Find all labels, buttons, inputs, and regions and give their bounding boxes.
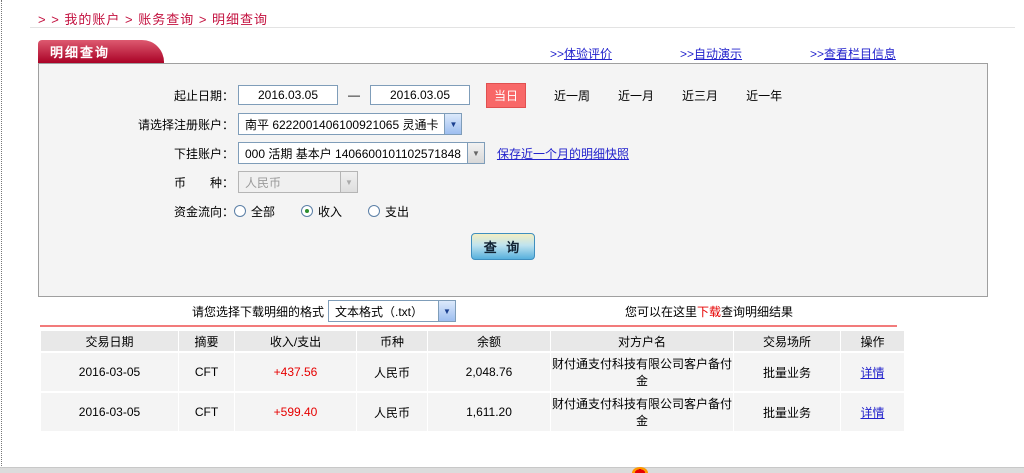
cell-counterparty: 财付通支付科技有限公司客户备付金 [551,353,733,391]
cell-date: 2016-03-05 [41,393,178,431]
transactions-table: 交易日期 摘要 收入/支出 币种 余额 对方户名 交易场所 操作 2016-03… [40,329,905,433]
flow-radio-all-label: 全部 [251,203,275,220]
detail-link[interactable]: 详情 [860,366,884,380]
register-account-row: 请选择注册账户： 南平 6222001406100921065 灵通卡 ▼ [39,112,987,136]
date-separator: — [348,88,360,102]
cell-currency: 人民币 [357,353,427,391]
quick-range-month[interactable]: 近一月 [618,87,654,104]
currency-select: 人民币 ▼ [238,171,358,193]
flow-radio-expense-label: 支出 [385,203,409,220]
col-header-balance: 余额 [428,331,550,351]
flow-radio-all[interactable]: 全部 [234,203,275,220]
col-header-amount: 收入/支出 [235,331,356,351]
tab-detail-query[interactable]: 明细查询 [38,40,164,63]
date-range-row: 起止日期： — 当日 近一周 近一月 近三月 近一年 [39,83,987,107]
download-hint-prefix: 您可以在这里 [625,305,697,319]
download-hint-suffix: 查询明细结果 [721,305,793,319]
table-row: 2016-03-05 CFT +599.40 人民币 1,611.20 财付通支… [41,393,904,431]
radio-circle-icon [234,205,246,217]
table-row: 2016-03-05 CFT +437.56 人民币 2,048.76 财付通支… [41,353,904,391]
link-prefix: >> [550,47,564,61]
chevron-down-icon[interactable]: ▼ [444,114,461,134]
flow-direction-row: 资金流向： 全部 收入 支出 [39,199,987,223]
cell-venue: 批量业务 [734,353,840,391]
flow-radio-income[interactable]: 收入 [301,203,342,220]
register-account-value: 南平 6222001406100921065 灵通卡 [239,116,444,133]
cell-venue: 批量业务 [734,393,840,431]
col-header-action: 操作 [841,331,904,351]
quick-range-quarter[interactable]: 近三月 [682,87,718,104]
footer-bar [0,467,1024,473]
header-links: >>体验评价 >>自动演示 >>查看栏目信息 [550,45,896,62]
flow-radio-expense[interactable]: 支出 [368,203,409,220]
download-hint: 您可以在这里下载查询明细结果 下载 [625,303,793,320]
detail-link[interactable]: 详情 [860,406,884,420]
download-hint-link[interactable]: 下载 [697,305,721,319]
currency-label: 币 种： [39,174,234,191]
col-header-counterparty: 对方户名 [551,331,733,351]
breadcrumb: > > 我的账户 > 账务查询 > 明细查询 [38,9,268,28]
link-label: 体验评价 [564,47,612,61]
page: > > 我的账户 > 账务查询 > 明细查询 明细查询 >>体验评价 >>自动演… [0,0,1024,473]
page-left-dotted-border [1,0,2,466]
register-account-label: 请选择注册账户： [39,116,234,133]
link-prefix: >> [680,47,694,61]
flow-direction-label: 资金流向： [39,203,234,220]
download-format-value: 文本格式（.txt） [329,303,429,320]
sub-account-select[interactable]: 000 活期 基本户 1406600101102571848 ▼ [238,142,485,164]
flow-radio-income-label: 收入 [318,203,342,220]
link-view-column-info[interactable]: >>查看栏目信息 [810,45,896,62]
download-format-label: 请您选择下载明细的格式 [192,303,324,320]
cell-currency: 人民币 [357,393,427,431]
footer-logo-flame-icon [632,467,648,473]
cell-counterparty: 财付通支付科技有限公司客户备付金 [551,393,733,431]
cell-balance: 2,048.76 [428,353,550,391]
download-format-select[interactable]: 文本格式（.txt） ▼ [328,300,456,322]
table-header-row: 交易日期 摘要 收入/支出 币种 余额 对方户名 交易场所 操作 [41,331,904,351]
currency-row: 币 种： 人民币 ▼ [39,170,987,194]
sub-account-label: 下挂账户： [39,145,234,162]
col-header-currency: 币种 [357,331,427,351]
link-label: 查看栏目信息 [824,47,896,61]
date-to-input[interactable] [370,85,470,105]
link-prefix: >> [810,47,824,61]
breadcrumb-divider [30,27,1015,28]
download-row: 请您选择下载明细的格式 文本格式（.txt） ▼ 您可以在这里下载查询明细结果 … [0,300,1024,324]
query-button[interactable]: 查 询 [471,233,535,260]
cell-summary: CFT [179,393,234,431]
cell-amount: +437.56 [235,353,356,391]
chevron-down-icon[interactable]: ▼ [467,143,484,163]
radio-circle-icon [301,205,313,217]
date-range-label: 起止日期： [39,87,234,104]
currency-value: 人民币 [239,174,287,191]
cell-balance: 1,611.20 [428,393,550,431]
quick-range-year[interactable]: 近一年 [746,87,782,104]
cell-date: 2016-03-05 [41,353,178,391]
tab-title: 明细查询 [50,42,110,61]
query-form-panel: 起止日期： — 当日 近一周 近一月 近三月 近一年 请选择注册账户： 南平 6… [38,63,988,297]
sub-account-row: 下挂账户： 000 活期 基本户 1406600101102571848 ▼ 保… [39,141,987,165]
sub-account-value: 000 活期 基本户 1406600101102571848 [239,145,467,162]
chevron-down-icon[interactable]: ▼ [438,301,455,321]
col-header-date: 交易日期 [41,331,178,351]
col-header-venue: 交易场所 [734,331,840,351]
link-experience-review[interactable]: >>体验评价 [550,45,612,62]
save-snapshot-link[interactable]: 保存近一个月的明细快照 [497,145,629,162]
download-format-group: 请您选择下载明细的格式 文本格式（.txt） ▼ [192,300,456,322]
flow-radio-group: 全部 收入 支出 [234,203,435,220]
chevron-down-icon: ▼ [340,172,357,192]
quick-range-week[interactable]: 近一周 [554,87,590,104]
table-top-divider [40,325,897,327]
date-from-input[interactable] [238,85,338,105]
register-account-select[interactable]: 南平 6222001406100921065 灵通卡 ▼ [238,113,462,135]
link-label: 自动演示 [694,47,742,61]
cell-amount: +599.40 [235,393,356,431]
col-header-summary: 摘要 [179,331,234,351]
link-auto-demo[interactable]: >>自动演示 [680,45,742,62]
quick-range-today-button[interactable]: 当日 [486,83,526,108]
cell-summary: CFT [179,353,234,391]
radio-circle-icon [368,205,380,217]
